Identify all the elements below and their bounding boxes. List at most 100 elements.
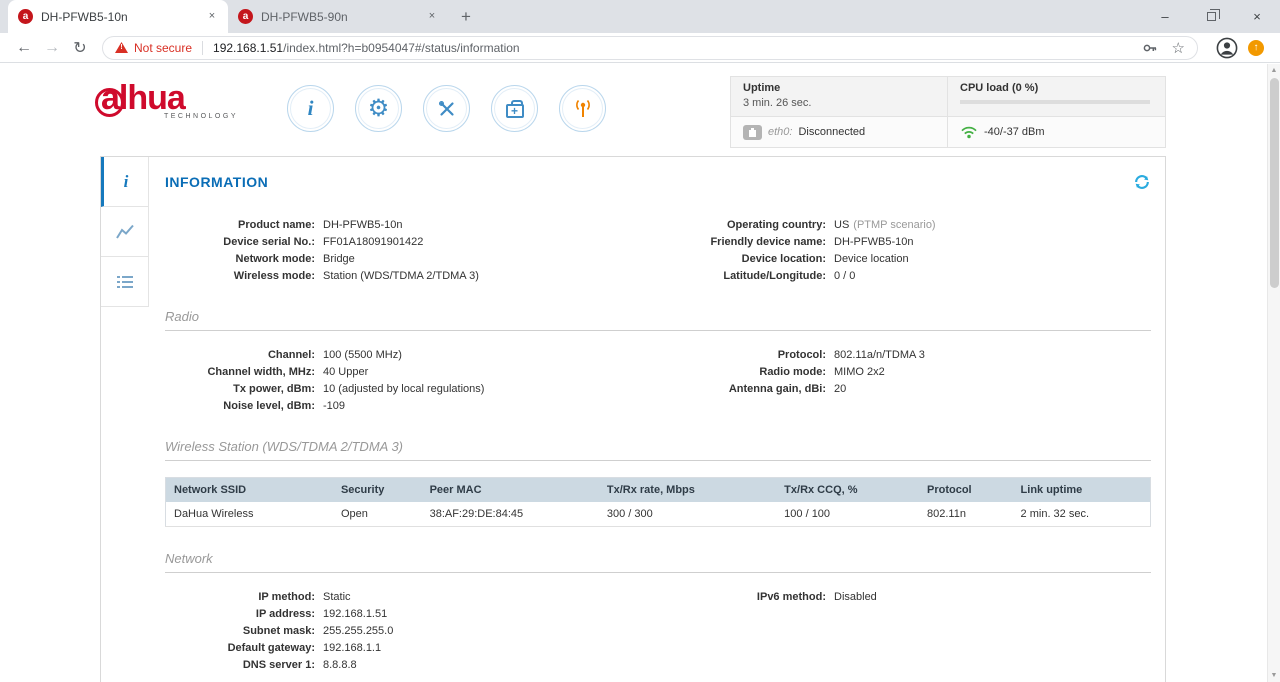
tab-dh-pfwb5-10n[interactable]: a DH-PFWB5-10n ×: [8, 0, 228, 33]
field-value: 192.168.1.51: [323, 606, 387, 623]
field-row: Network mode: Bridge: [165, 251, 658, 268]
field-label: Device location:: [658, 251, 826, 268]
sidebar-item-statistics[interactable]: [101, 207, 149, 257]
device-status-panel: Uptime 3 min. 26 sec. CPU load (0 %): [730, 76, 1166, 148]
table-header-cell: Security: [333, 478, 422, 503]
vertical-scrollbar[interactable]: ▲ ▼: [1267, 64, 1280, 682]
field-row: Noise level, dBm: -109: [165, 398, 658, 415]
field-label: Friendly device name:: [658, 234, 826, 251]
scrollbar-thumb[interactable]: [1270, 78, 1279, 288]
tab-dh-pfwb5-90n[interactable]: a DH-PFWB5-90n ×: [228, 0, 448, 33]
restore-button[interactable]: [1188, 0, 1234, 33]
field-value: 8.8.8.8: [323, 657, 357, 674]
information-content: INFORMATION: [149, 157, 1165, 682]
reload-button[interactable]: ↻: [66, 38, 94, 58]
field-value: 192.168.1.1: [323, 640, 381, 657]
information-card: i: [100, 156, 1166, 682]
table-row: DaHua Wireless Open 38:AF:29:DE:84:45 30…: [166, 502, 1151, 527]
minimize-button[interactable]: –: [1142, 0, 1188, 33]
favicon-letter: a: [23, 12, 29, 22]
field-label: Channel width, MHz:: [165, 364, 315, 381]
plus-mark: +: [511, 105, 518, 117]
cpu-load-label: CPU load (0 %): [960, 82, 1153, 94]
field-row: Operating country: US (PTMP scenario): [658, 217, 1151, 234]
field-row: Device location: Device location: [658, 251, 1151, 268]
sidebar-item-information[interactable]: i: [101, 157, 149, 207]
tab-close-icon[interactable]: ×: [204, 9, 220, 25]
forward-button[interactable]: →: [38, 39, 66, 57]
warning-mark: !: [120, 43, 122, 53]
field-row: Tx power, dBm: 10 (adjusted by local reg…: [165, 381, 658, 398]
eth-interface-state: Disconnected: [798, 126, 865, 138]
side-nav: i: [101, 157, 149, 307]
scroll-down-icon[interactable]: ▼: [1268, 669, 1280, 682]
field-value: -109: [323, 398, 345, 415]
cpu-load-cell: CPU load (0 %): [948, 77, 1165, 116]
nav-maintenance-button[interactable]: +: [491, 85, 538, 132]
dahua-logo[interactable]: alhua TECHNOLOGY: [98, 80, 238, 120]
field-value: 255.255.255.0: [323, 623, 393, 640]
close-window-button[interactable]: ×: [1234, 0, 1280, 33]
maintenance-kit-icon: +: [506, 104, 524, 118]
key-icon[interactable]: [1142, 40, 1158, 56]
restore-icon: [1207, 12, 1216, 21]
bookmark-star-icon[interactable]: ☆: [1172, 39, 1185, 57]
gear-icon: ⚙: [368, 97, 390, 121]
field-note: (PTMP scenario): [853, 217, 935, 234]
field-value: Static: [323, 589, 351, 606]
field-row: Wireless mode: Station (WDS/TDMA 2/TDMA …: [165, 268, 658, 285]
field-row: DNS server 1: 8.8.8.8: [165, 657, 658, 674]
tab-close-icon[interactable]: ×: [424, 9, 440, 25]
field-label: DNS server 1:: [165, 657, 315, 674]
sidebar-item-list[interactable]: [101, 257, 149, 307]
field-value: 100 (5500 MHz): [323, 347, 402, 364]
field-value: Bridge: [323, 251, 355, 268]
nav-settings-button[interactable]: ⚙: [355, 85, 402, 132]
field-label: Network mode:: [165, 251, 315, 268]
field-row: Latitude/Longitude: 0 / 0: [658, 268, 1151, 285]
field-label: Wireless mode:: [165, 268, 315, 285]
field-row: Subnet mask: 255.255.255.0: [165, 623, 658, 640]
scroll-up-icon[interactable]: ▲: [1268, 64, 1280, 77]
cell-protocol: 802.11n: [919, 502, 1013, 527]
field-value: Disabled: [834, 589, 877, 606]
table-header-cell: Link uptime: [1013, 478, 1151, 503]
cell-ssid: DaHua Wireless: [166, 502, 333, 527]
table-header-cell: Network SSID: [166, 478, 333, 503]
wireless-station-table: Network SSIDSecurityPeer MACTx/Rx rate, …: [165, 477, 1151, 527]
wireless-signal-status: -40/-37 dBm: [948, 117, 1165, 147]
ethernet-status: eth0: Disconnected: [731, 117, 948, 147]
field-value: FF01A18091901422: [323, 234, 423, 251]
field-row: Friendly device name: DH-PFWB5-10n: [658, 234, 1151, 251]
nav-tools-button[interactable]: [423, 85, 470, 132]
wireless-station-section: Wireless Station (WDS/TDMA 2/TDMA 3) Net…: [165, 439, 1151, 527]
field-label: Product name:: [165, 217, 315, 234]
browser-window: a DH-PFWB5-10n × a DH-PFWB5-90n × + – × …: [0, 0, 1280, 682]
address-bar[interactable]: ! Not secure 192.168.1.51/index.html?h=b…: [102, 36, 1198, 60]
table-header-cell: Tx/Rx rate, Mbps: [599, 478, 776, 503]
refresh-button[interactable]: [1133, 173, 1151, 191]
field-value: DH-PFWB5-10n: [834, 234, 913, 251]
nav-status-button[interactable]: i: [287, 85, 334, 132]
field-label: Subnet mask:: [165, 623, 315, 640]
field-value: Station (WDS/TDMA 2/TDMA 3): [323, 268, 479, 285]
field-label: Protocol:: [658, 347, 826, 364]
field-value: MIMO 2x2: [834, 364, 885, 381]
new-tab-button[interactable]: +: [452, 4, 480, 30]
field-value: 20: [834, 381, 846, 398]
url-host: 192.168.1.51: [213, 41, 283, 55]
not-secure-label: Not secure: [134, 41, 192, 55]
browser-update-badge[interactable]: ↑: [1248, 40, 1264, 56]
field-value: 40 Upper: [323, 364, 368, 381]
tab-strip: a DH-PFWB5-10n × a DH-PFWB5-90n × + – ×: [0, 0, 1280, 33]
url-text: 192.168.1.51/index.html?h=b0954047#/stat…: [213, 41, 1142, 55]
cpu-load-bar: [960, 100, 1150, 104]
signal-level-value: -40/-37 dBm: [984, 126, 1045, 138]
wifi-signal-icon: [960, 125, 978, 139]
tab-title: DH-PFWB5-90n: [261, 10, 416, 24]
back-button[interactable]: ←: [10, 39, 38, 57]
nav-antenna-alignment-button[interactable]: [559, 85, 606, 132]
field-row: IP method: Static: [165, 589, 658, 606]
profile-avatar-icon[interactable]: [1216, 37, 1238, 59]
table-header-cell: Tx/Rx CCQ, %: [776, 478, 919, 503]
